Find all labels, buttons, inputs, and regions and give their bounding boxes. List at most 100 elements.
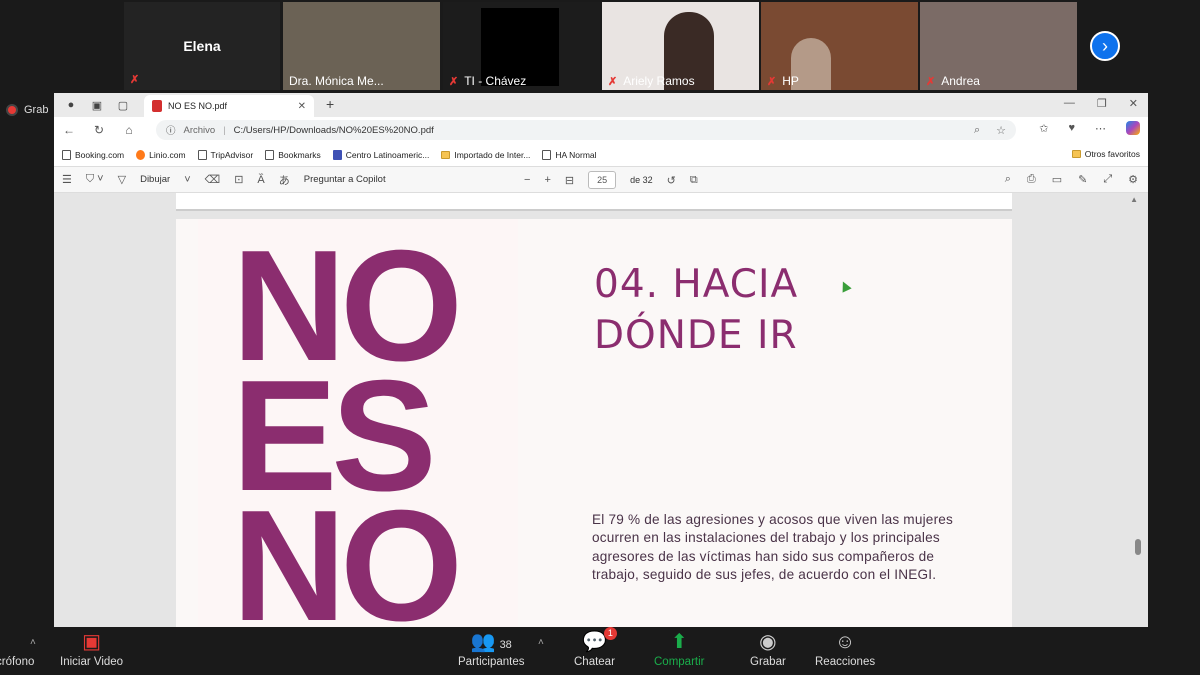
back-icon[interactable]: ← bbox=[62, 123, 76, 137]
favorites-bar: Booking.com Linio.com TripAdvisor Bookma… bbox=[54, 143, 1148, 167]
textbox-icon[interactable]: ⊡ bbox=[234, 173, 243, 186]
previous-page-edge bbox=[176, 193, 1012, 211]
zoom-icon[interactable]: ⌕ bbox=[974, 124, 980, 137]
participant-tile-monica[interactable]: Dra. Mónica Me... bbox=[283, 2, 440, 90]
copilot-icon[interactable] bbox=[1126, 121, 1140, 135]
pdf-viewer[interactable]: NO ES NO 04. HACIA DÓNDE IR El 79 % de l… bbox=[54, 193, 1148, 627]
record-icon: ◉ bbox=[759, 631, 777, 653]
favorite-item[interactable]: Importado de Inter... bbox=[441, 150, 530, 160]
window-controls: — ❐ ✕ bbox=[1064, 97, 1138, 110]
video-off-icon: ▣ bbox=[82, 631, 101, 653]
workspaces-icon[interactable]: ▣ bbox=[88, 96, 106, 114]
tab-actions-icon[interactable]: ▢ bbox=[114, 96, 132, 114]
copilot-button[interactable]: Preguntar a Copilot bbox=[304, 174, 386, 185]
big-word-no-2: NO bbox=[232, 478, 463, 627]
save-as-icon[interactable]: ✎ bbox=[1078, 173, 1087, 186]
favorites-icon[interactable]: ✩ bbox=[1039, 122, 1048, 135]
contents-icon[interactable]: ☰ bbox=[62, 173, 72, 186]
participant-name: Ariely Ramos bbox=[623, 74, 695, 88]
fit-page-icon[interactable]: ⊟ bbox=[565, 174, 574, 187]
participant-tile-elena[interactable]: Elena ✗ bbox=[124, 2, 280, 90]
video-label: Iniciar Video bbox=[60, 656, 124, 668]
share-icon: ⬆ bbox=[670, 631, 688, 653]
zoom-in-icon[interactable]: + bbox=[544, 174, 550, 186]
start-video-button[interactable]: ▣ Iniciar Video bbox=[60, 631, 123, 668]
eraser-icon[interactable]: ⌫ bbox=[205, 173, 221, 186]
folder-icon bbox=[441, 150, 451, 159]
share-label: Compartir bbox=[654, 656, 705, 668]
extensions-icon[interactable]: ♥ bbox=[1068, 122, 1075, 134]
address-bar-row: ← ↻ ⌂ ⓘ Archivo | C:/Users/HP/Downloads/… bbox=[54, 117, 1148, 143]
more-icon[interactable]: ⋯ bbox=[1095, 122, 1106, 135]
rotate-icon[interactable]: ↺ bbox=[667, 174, 676, 187]
pdf-right-tools: ⌕ ⎙ ▭ ✎ ⤢ ⚙ bbox=[1005, 173, 1138, 186]
favorite-item[interactable]: TripAdvisor bbox=[197, 149, 253, 160]
draw-label[interactable]: Dibujar bbox=[140, 174, 170, 185]
chat-icon: 💬 1 bbox=[582, 627, 617, 653]
scrollbar[interactable]: ▲ bbox=[1130, 193, 1142, 627]
participant-name: TI - Chávez bbox=[464, 74, 527, 88]
highlight-icon[interactable]: ⛉ ˅ bbox=[86, 173, 104, 186]
browser-window: ● ▣ ▢ NO ES NO.pdf ✕ + — ❐ ✕ ← ↻ ⌂ ⓘ Arc… bbox=[54, 93, 1148, 627]
chevron-up-icon[interactable]: ˄ bbox=[30, 637, 36, 648]
refresh-icon[interactable]: ↻ bbox=[92, 123, 106, 137]
participant-tile-ariely[interactable]: ✗ Ariely Ramos bbox=[602, 2, 759, 90]
favorite-item[interactable]: Booking.com bbox=[62, 149, 124, 160]
print-icon[interactable]: ⎙ bbox=[1027, 173, 1036, 186]
pdf-icon bbox=[152, 100, 162, 112]
participant-name: HP bbox=[782, 74, 799, 88]
maximize-icon[interactable]: ❐ bbox=[1097, 97, 1107, 110]
next-participants-button[interactable]: › bbox=[1090, 31, 1120, 61]
save-icon[interactable]: ▭ bbox=[1052, 173, 1062, 186]
favorite-item[interactable]: Centro Latinoameric... bbox=[332, 149, 429, 160]
participant-tile-andrea[interactable]: ✗ Andrea bbox=[920, 2, 1077, 90]
translate-icon[interactable]: あ bbox=[279, 172, 290, 188]
profile-icon[interactable]: ● bbox=[62, 96, 80, 114]
close-window-icon[interactable]: ✕ bbox=[1129, 97, 1138, 110]
participant-name: Elena bbox=[183, 38, 221, 54]
participants-button[interactable]: 👥 38 Participantes bbox=[458, 631, 524, 668]
participant-tile-hp[interactable]: ✗ HP bbox=[761, 2, 918, 90]
tab-pdf[interactable]: NO ES NO.pdf ✕ bbox=[144, 95, 314, 117]
record-icon bbox=[6, 104, 18, 116]
read-aloud-icon[interactable]: A᷈ bbox=[257, 174, 264, 186]
favorite-item[interactable]: Bookmarks bbox=[265, 149, 321, 160]
other-favorites[interactable]: Otros favoritos bbox=[1071, 149, 1140, 159]
draw-icon[interactable]: ▽ bbox=[118, 173, 126, 186]
chevron-down-icon[interactable]: ˅ bbox=[184, 174, 190, 186]
mic-muted-icon: ✗ bbox=[608, 75, 618, 88]
reactions-label: Reacciones bbox=[815, 656, 876, 668]
search-icon[interactable]: ⌕ bbox=[1005, 173, 1011, 186]
favorite-item[interactable]: HA Normal bbox=[542, 149, 597, 160]
reactions-button[interactable]: ☺ Reacciones bbox=[815, 631, 875, 668]
recording-indicator[interactable]: Grab bbox=[6, 104, 48, 116]
favorite-item[interactable]: Linio.com bbox=[136, 149, 186, 160]
browser-actions: ✩ ♥ ⋯ bbox=[1039, 121, 1140, 135]
fullscreen-icon[interactable]: ⤢ bbox=[1103, 173, 1112, 186]
participants-label: Participantes bbox=[458, 656, 525, 668]
chat-button[interactable]: 💬 1 Chatear bbox=[574, 627, 617, 668]
participant-strip: Elena ✗ Dra. Mónica Me... ✗ TI - Chávez ✗… bbox=[0, 0, 1200, 92]
site-icon bbox=[332, 149, 342, 160]
mic-muted-icon: ✗ bbox=[767, 75, 777, 88]
mouse-cursor-icon bbox=[838, 279, 852, 293]
page-number-input[interactable]: 25 bbox=[588, 171, 617, 189]
chevron-right-icon: › bbox=[1102, 35, 1108, 56]
close-icon[interactable]: ✕ bbox=[298, 101, 306, 112]
new-tab-button[interactable]: + bbox=[326, 96, 334, 112]
scroll-up-icon[interactable]: ▲ bbox=[1130, 195, 1138, 204]
emoji-icon: ☺ bbox=[834, 631, 856, 653]
chevron-up-icon[interactable]: ˄ bbox=[538, 637, 544, 648]
home-icon[interactable]: ⌂ bbox=[122, 123, 136, 137]
record-button[interactable]: ◉ Grabar bbox=[750, 631, 786, 668]
body-paragraph: El 79 % de las agresiones y acosos que v… bbox=[592, 512, 954, 583]
url-field[interactable]: ⓘ Archivo | C:/Users/HP/Downloads/NO%20E… bbox=[156, 120, 1016, 140]
minimize-icon[interactable]: — bbox=[1064, 97, 1075, 110]
zoom-out-icon[interactable]: − bbox=[524, 174, 530, 186]
scroll-thumb[interactable] bbox=[1135, 539, 1141, 555]
settings-gear-icon[interactable]: ⚙ bbox=[1128, 173, 1138, 186]
favorite-star-icon[interactable]: ☆ bbox=[996, 124, 1006, 137]
page-view-icon[interactable]: ⧉ bbox=[690, 174, 698, 187]
participant-tile-chavez[interactable]: ✗ TI - Chávez bbox=[443, 2, 600, 90]
share-button[interactable]: ⬆ Compartir bbox=[654, 631, 704, 668]
